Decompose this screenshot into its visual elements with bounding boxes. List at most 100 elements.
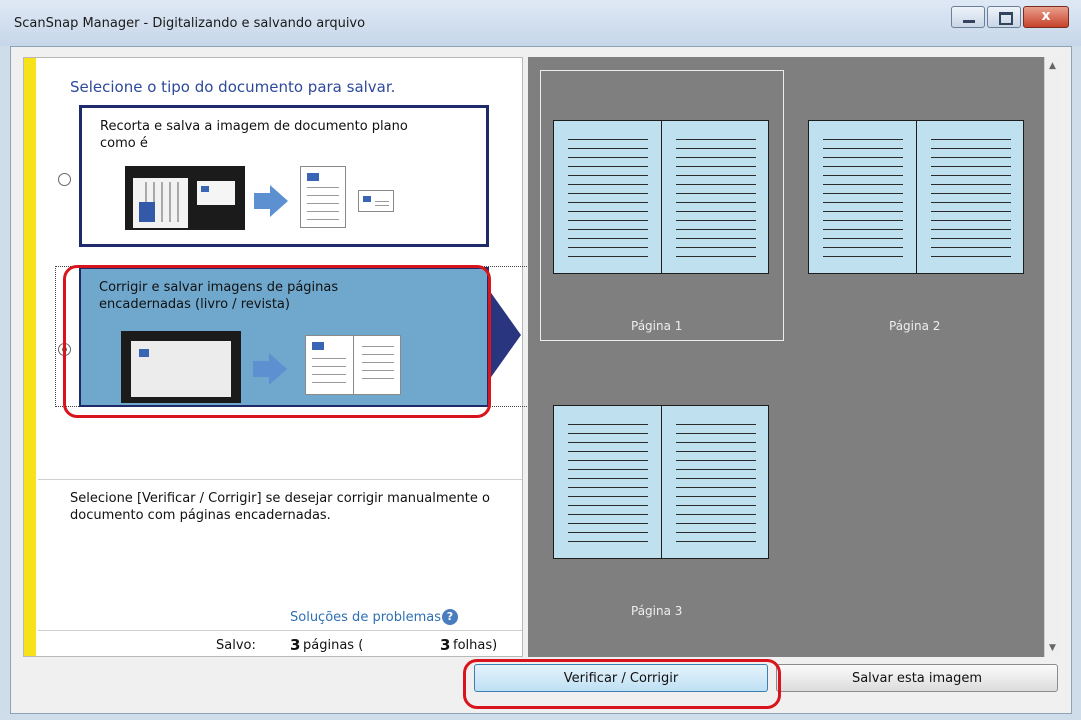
text-line — [568, 157, 648, 158]
saved-summary: Salvo: 3 páginas ( 3 folhas) — [38, 632, 522, 658]
picture-block — [139, 202, 155, 222]
accent-bar — [24, 58, 36, 656]
text-line — [823, 193, 903, 194]
troubleshooting-link[interactable]: Soluções de problemas — [290, 610, 441, 625]
text-line — [676, 175, 756, 176]
text-line — [568, 229, 648, 230]
scroll-down-icon[interactable]: ▼ — [1049, 643, 1056, 653]
text-line — [568, 424, 648, 425]
text-line — [568, 166, 648, 167]
text-line — [375, 201, 389, 202]
title-bar[interactable]: ScanSnap Manager - Digitalizando e salva… — [0, 0, 1081, 46]
book-spine — [661, 121, 662, 273]
help-text: Selecione [Verificar / Corrigir] se dese… — [70, 491, 490, 523]
text-line — [823, 220, 903, 221]
image-block — [307, 173, 319, 181]
text-line — [161, 182, 163, 222]
text-line — [931, 211, 1011, 212]
flat-document-radio[interactable] — [58, 173, 71, 186]
text-line — [676, 238, 756, 239]
text-line — [676, 424, 756, 425]
text-line — [568, 220, 648, 221]
text-line — [676, 532, 756, 533]
saved-pages-text: páginas ( — [303, 638, 364, 653]
text-line — [676, 505, 756, 506]
flat-document-option[interactable]: Recorta e salva a imagem de documento pl… — [79, 105, 489, 247]
text-line — [169, 182, 171, 222]
app-window: ScanSnap Manager - Digitalizando e salva… — [0, 0, 1081, 720]
text-line — [931, 229, 1011, 230]
text-line — [823, 202, 903, 203]
page-label: Página 1 — [631, 319, 683, 333]
text-line — [676, 184, 756, 185]
divider — [38, 479, 522, 480]
arrow-head-icon — [270, 185, 288, 217]
business-card — [197, 181, 235, 205]
text-line — [676, 442, 756, 443]
text-line — [676, 247, 756, 248]
text-line — [823, 229, 903, 230]
text-line — [307, 219, 339, 220]
text-line — [676, 139, 756, 140]
book-page-thumbnail — [808, 120, 1024, 274]
text-line — [568, 487, 648, 488]
text-line — [568, 478, 648, 479]
text-line — [931, 157, 1011, 158]
text-line — [676, 541, 756, 542]
text-line — [676, 166, 756, 167]
text-line — [931, 193, 1011, 194]
text-line — [676, 211, 756, 212]
close-button[interactable]: x — [1023, 6, 1069, 28]
minimize-button[interactable] — [951, 6, 985, 28]
text-line — [931, 220, 1011, 221]
text-line — [676, 148, 756, 149]
help-icon[interactable]: ? — [442, 609, 458, 625]
text-line — [568, 175, 648, 176]
text-line — [823, 238, 903, 239]
highlight-frame — [63, 265, 491, 418]
flat-document-label: Recorta e salva a imagem de documento pl… — [100, 119, 408, 151]
output-card-icon — [358, 190, 394, 212]
text-line — [676, 460, 756, 461]
text-line — [568, 532, 648, 533]
saved-sheets-count: 3 — [440, 636, 451, 654]
text-line — [823, 175, 903, 176]
panel-heading: Selecione o tipo do documento para salva… — [70, 78, 396, 96]
text-line — [676, 220, 756, 221]
book-page-thumbnail — [553, 405, 769, 559]
text-line — [375, 205, 389, 206]
text-line — [931, 256, 1011, 257]
text-line — [568, 469, 648, 470]
text-line — [823, 256, 903, 257]
text-line — [307, 187, 339, 188]
selection-pointer — [489, 290, 521, 380]
text-line — [568, 238, 648, 239]
save-image-button[interactable]: Salvar esta imagem — [776, 664, 1058, 692]
text-line — [568, 433, 648, 434]
text-line — [568, 541, 648, 542]
window-title: ScanSnap Manager - Digitalizando e salva… — [14, 16, 366, 31]
text-line — [823, 139, 903, 140]
text-line — [177, 182, 179, 222]
text-line — [676, 451, 756, 452]
output-document-icon — [300, 166, 346, 228]
book-spine — [661, 406, 662, 558]
text-line — [676, 433, 756, 434]
text-line — [823, 211, 903, 212]
text-line — [307, 211, 339, 212]
text-line — [307, 195, 339, 196]
image-block — [363, 196, 371, 202]
text-line — [823, 148, 903, 149]
highlight-frame — [463, 659, 781, 709]
book-spine — [916, 121, 917, 273]
book-page-thumbnail — [553, 120, 769, 274]
flat-scan-illustration — [125, 166, 245, 230]
text-line — [931, 175, 1011, 176]
preview-scrollbar[interactable]: ▲ ▼ — [1044, 57, 1062, 657]
text-line — [931, 139, 1011, 140]
scroll-up-icon[interactable]: ▲ — [1049, 61, 1056, 71]
text-line — [931, 166, 1011, 167]
saved-pages-count: 3 — [290, 636, 301, 654]
text-line — [676, 496, 756, 497]
maximize-button[interactable] — [987, 6, 1021, 28]
